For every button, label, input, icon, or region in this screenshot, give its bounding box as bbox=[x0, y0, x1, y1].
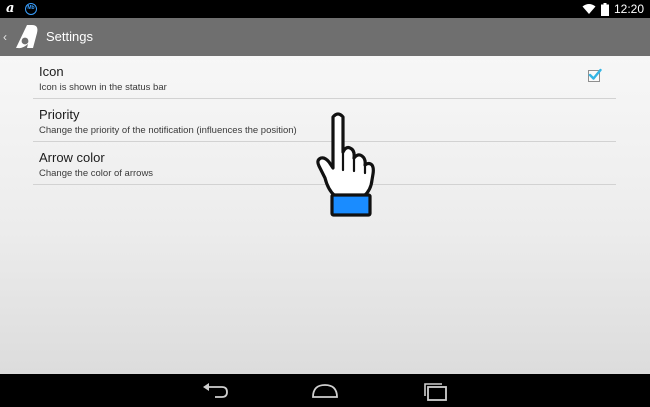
app-logo-icon[interactable] bbox=[12, 22, 42, 52]
pref-title: Arrow color bbox=[39, 150, 105, 165]
pref-item-icon[interactable]: Icon Icon is shown in the status bar bbox=[33, 56, 616, 99]
status-left: a Mb bbox=[6, 2, 37, 15]
status-right: 12:20 bbox=[582, 1, 644, 17]
recent-apps-icon[interactable] bbox=[420, 381, 450, 401]
device-screen: a Mb 12:20 ‹ Settings Icon Icon is shown… bbox=[0, 0, 650, 407]
pointing-hand-icon bbox=[316, 112, 375, 217]
status-time: 12:20 bbox=[613, 2, 644, 16]
pref-summary: Change the priority of the notification … bbox=[39, 125, 297, 136]
battery-icon bbox=[600, 2, 609, 16]
pref-summary: Icon is shown in the status bar bbox=[39, 82, 167, 93]
icon-checkbox[interactable] bbox=[588, 68, 602, 82]
navigation-bar bbox=[0, 374, 650, 407]
check-mark-icon bbox=[588, 68, 602, 80]
action-bar: ‹ Settings bbox=[0, 18, 650, 56]
back-icon[interactable] bbox=[200, 381, 230, 401]
up-caret-icon[interactable]: ‹ bbox=[3, 30, 7, 44]
app-logo-icon: a bbox=[6, 1, 15, 16]
wifi-icon bbox=[582, 4, 596, 14]
pref-summary: Change the color of arrows bbox=[39, 168, 154, 179]
status-bar: a Mb 12:20 bbox=[0, 0, 650, 18]
pref-title: Icon bbox=[39, 64, 64, 79]
page-title: Settings bbox=[46, 29, 93, 44]
pref-title: Priority bbox=[39, 107, 80, 122]
notification-icon: Mb bbox=[25, 2, 37, 15]
home-icon[interactable] bbox=[310, 381, 340, 401]
